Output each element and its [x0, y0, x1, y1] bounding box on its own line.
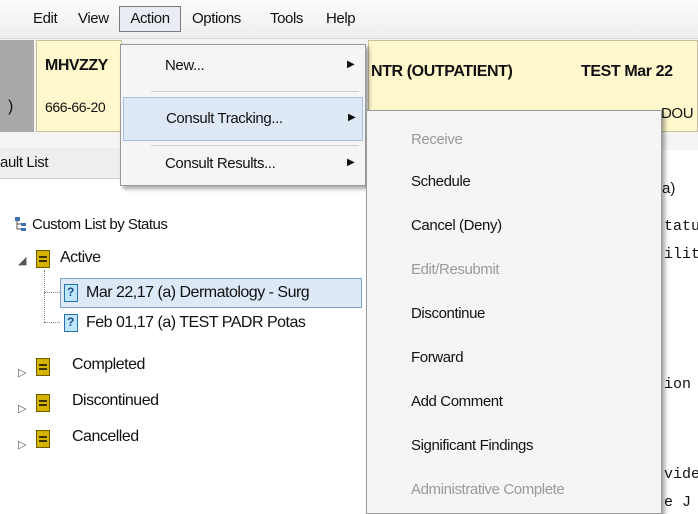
test-label: TEST Mar 22 [581, 63, 673, 80]
menu-item-cancel-deny[interactable]: Cancel (Deny) [411, 217, 502, 234]
menu-item-consult-results-label: Consult Results... [165, 155, 276, 172]
menu-edit[interactable]: Edit [33, 10, 58, 27]
toolbar-strip: ) [0, 40, 34, 132]
menu-item-discontinue[interactable]: Discontinue [411, 305, 485, 322]
detail-line: ilit [664, 246, 698, 263]
menu-bar: Edit View Action Options Tools Help [0, 0, 698, 39]
tree-root-icon [14, 216, 28, 231]
folder-discontinued-icon [36, 394, 50, 412]
folder-cancelled-icon [36, 430, 50, 448]
menu-item-consult-tracking-label: Consult Tracking... [166, 110, 283, 127]
tree-cancelled[interactable]: Cancelled [72, 428, 139, 446]
expand-discontinued-icon[interactable]: ▷ [18, 402, 26, 415]
detail-pane [660, 150, 698, 514]
tree-active[interactable]: Active [60, 249, 101, 267]
menu-item-receive[interactable]: Receive [411, 131, 463, 148]
consult-item-2[interactable]: Feb 01,17 (a) TEST PADR Potas [86, 314, 306, 332]
folder-active-icon [36, 250, 50, 268]
menu-item-new[interactable]: New... ▶ [121, 47, 365, 93]
detail-line: e J [664, 494, 692, 511]
tree-connector [44, 292, 60, 293]
consult-doc-icon [64, 284, 78, 302]
detail-line: vide [664, 466, 698, 483]
menu-item-new-label: New... [165, 57, 205, 74]
menu-item-schedule[interactable]: Schedule [411, 173, 471, 190]
consult-list-pane [0, 150, 368, 514]
expand-cancelled-icon[interactable]: ▷ [18, 438, 26, 451]
menu-item-consult-results[interactable]: Consult Results... ▶ [121, 145, 365, 185]
menu-item-add-comment[interactable]: Add Comment [411, 393, 503, 410]
submenu-arrow-icon: ▶ [347, 59, 355, 70]
menu-item-consult-tracking[interactable]: Consult Tracking... ▶ [123, 97, 363, 141]
strip-mark: ) [8, 98, 14, 115]
menu-action[interactable]: Action [119, 6, 181, 32]
menu-item-forward[interactable]: Forward [411, 349, 464, 366]
menu-item-significant-findings[interactable]: Significant Findings [411, 437, 533, 454]
menu-item-administrative-complete[interactable]: Administrative Complete [411, 481, 565, 498]
patient-name: MHVZZY [45, 57, 108, 74]
action-menu: New... ▶ Consult Tracking... ▶ Consult R… [120, 44, 366, 186]
menu-help[interactable]: Help [326, 10, 356, 27]
consult-doc-icon [64, 314, 78, 332]
patient-ssn: 666-66-20 [45, 99, 106, 115]
tree-connector [44, 270, 45, 322]
menu-options[interactable]: Options [192, 10, 241, 27]
tree-discontinued[interactable]: Discontinued [72, 392, 159, 410]
list-header-title: ault List [0, 154, 49, 171]
submenu-arrow-icon: ▶ [347, 157, 355, 168]
expand-completed-icon[interactable]: ▷ [18, 366, 26, 379]
folder-completed-icon [36, 358, 50, 376]
menu-tools[interactable]: Tools [270, 10, 303, 27]
detail-line: ion [664, 376, 692, 393]
tree-connector [44, 322, 60, 323]
menu-view[interactable]: View [78, 10, 109, 27]
detail-line: tatu [664, 218, 698, 235]
consult-tracking-submenu: Receive Schedule Cancel (Deny) Edit/Resu… [366, 110, 662, 514]
test-sub-label: DOU [661, 105, 694, 122]
patient-panel[interactable]: MHVZZY 666-66-20 [36, 40, 122, 132]
tree-completed[interactable]: Completed [72, 356, 145, 374]
menu-item-edit-resubmit[interactable]: Edit/Resubmit [411, 261, 500, 278]
submenu-arrow-icon: ▶ [348, 112, 356, 123]
consult-item-1[interactable]: Mar 22,17 (a) Dermatology - Surg [86, 284, 310, 302]
menu-separator [151, 91, 359, 92]
expand-active-icon[interactable]: ◢ [18, 254, 26, 267]
detail-header: a) [662, 180, 676, 197]
tree-root-label[interactable]: Custom List by Status [32, 216, 168, 233]
location-label: NTR (OUTPATIENT) [371, 63, 513, 80]
